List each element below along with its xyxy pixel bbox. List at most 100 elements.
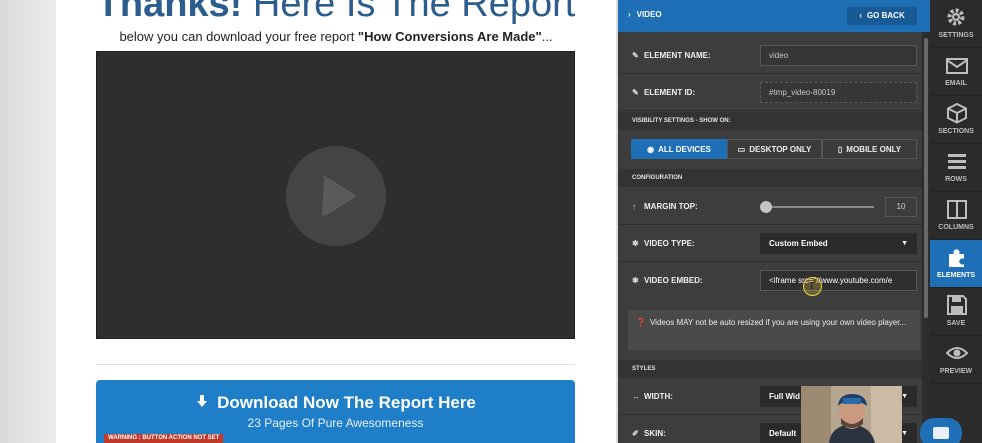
page-preview: Thanks! Here Is The Report below you can…	[56, 0, 616, 443]
arrow-down-icon	[195, 393, 209, 413]
content-divider	[96, 364, 575, 365]
margin-top-label-text: MARGIN TOP:	[644, 202, 698, 211]
visibility-desktop-only[interactable]: ▭ DESKTOP ONLY	[727, 139, 822, 159]
configuration-section-header: CONFIGURATION	[618, 169, 922, 187]
download-button-label: Download Now The Report Here	[217, 393, 476, 412]
page-subheadline[interactable]: below you can download your free report …	[56, 29, 616, 44]
editor-root: Thanks! Here Is The Report below you can…	[0, 0, 982, 443]
webcam-overlay	[801, 386, 902, 443]
width-label: ↔ WIDTH:	[632, 378, 673, 415]
go-back-label: GO BACK	[866, 11, 905, 20]
video-embed-input[interactable]: <iframe src="//www.youtube.com/e	[760, 270, 917, 291]
warning-badge: WARNING : BUTTON ACTION NOT SET	[104, 434, 224, 443]
video-embed-label-text: VIDEO EMBED:	[644, 276, 703, 285]
rail-settings-label: SETTINGS	[938, 32, 974, 39]
arrow-up-icon: ↑	[632, 202, 636, 211]
text-cursor-highlight: I	[803, 277, 822, 296]
video-resize-note-text: Videos MAY not be auto resized if you ar…	[649, 318, 907, 327]
width-label-text: WIDTH:	[644, 392, 673, 401]
skin-label-text: SKIN:	[644, 429, 666, 438]
caret-down-icon: ▼	[901, 240, 908, 247]
eye-icon	[946, 347, 968, 359]
editor-canvas: Thanks! Here Is The Report below you can…	[0, 0, 618, 443]
go-back-button[interactable]: ‹ GO BACK	[847, 7, 917, 25]
rail-rows[interactable]: ROWS	[930, 144, 982, 192]
play-icon	[322, 176, 356, 216]
caret-down-icon: ▼	[901, 430, 908, 437]
rail-save[interactable]: SAVE	[930, 288, 982, 336]
video-type-label: ✱ VIDEO TYPE:	[632, 225, 695, 262]
gear-icon: ✱	[632, 239, 639, 248]
panel-header: › VIDEO ‹ GO BACK	[618, 0, 930, 32]
visibility-desktop-only-label: DESKTOP ONLY	[749, 145, 812, 154]
download-button-main: Download Now The Report Here	[96, 393, 575, 413]
video-type-label-text: VIDEO TYPE:	[644, 239, 695, 248]
video-element[interactable]	[96, 51, 575, 339]
chevron-left-icon: ‹	[859, 11, 862, 20]
chat-widget-button[interactable]	[920, 418, 962, 443]
rail-sections[interactable]: SECTIONS	[930, 96, 982, 144]
rail-rows-label: ROWS	[945, 176, 967, 183]
element-id-input[interactable]: #tmp_video-80019	[760, 82, 917, 103]
element-id-row: ✎ ELEMENT ID: #tmp_video-80019	[618, 74, 922, 111]
chat-icon	[933, 427, 949, 439]
rail-sections-label: SECTIONS	[938, 128, 974, 135]
ibeam-cursor-icon: I	[810, 280, 814, 292]
element-name-label: ✎ ELEMENT NAME:	[632, 37, 711, 74]
mobile-icon: ▯	[837, 145, 843, 154]
caret-down-icon: ▼	[901, 393, 908, 400]
tool-rail: SETTINGS EMAIL SECTIONS ROWS COLUMNS ELE…	[930, 0, 982, 443]
gear-icon	[947, 8, 965, 26]
eye-icon: ◉	[647, 145, 655, 154]
rail-preview[interactable]: PREVIEW	[930, 336, 982, 384]
floppy-icon	[947, 295, 967, 315]
rail-columns-label: COLUMNS	[938, 224, 974, 231]
chevron-right-icon: ›	[628, 10, 631, 19]
element-settings-panel: › VIDEO ‹ GO BACK ✎ ELEMENT NAME: video ✎ EL…	[618, 0, 930, 443]
visibility-all-devices[interactable]: ◉ ALL DEVICES	[631, 139, 727, 159]
question-circle-icon: ❓	[636, 318, 646, 327]
subline-bold: "How Conversions Are Made"	[357, 29, 542, 44]
margin-top-input[interactable]: 10	[885, 197, 917, 217]
page-headline[interactable]: Thanks! Here Is The Report	[56, 0, 616, 26]
margin-top-slider-track[interactable]	[766, 206, 874, 208]
rail-columns[interactable]: COLUMNS	[930, 192, 982, 240]
skin-label: ✐ SKIN:	[632, 415, 666, 443]
desktop-icon: ▭	[737, 145, 746, 154]
rail-settings[interactable]: SETTINGS	[930, 0, 982, 48]
skin-value: Default	[769, 429, 797, 438]
puzzle-icon	[949, 249, 964, 267]
headline-rest: Here Is The Report	[242, 0, 576, 25]
width-value: Full Wid	[769, 392, 801, 401]
rail-preview-label: PREVIEW	[939, 368, 973, 375]
video-type-select[interactable]: Custom Embed ▼	[760, 233, 917, 254]
subline-suffix: ...	[541, 29, 553, 44]
visibility-section-header: VISIBILITY SETTINGS - SHOW ON:	[618, 112, 922, 130]
panel-scrollbar-thumb[interactable]	[924, 38, 928, 318]
subline-prefix: below you can download your free report	[119, 29, 358, 44]
video-type-value: Custom Embed	[769, 239, 828, 248]
element-name-row: ✎ ELEMENT NAME: video	[618, 37, 922, 74]
play-button[interactable]	[286, 146, 386, 246]
margin-top-label: ↑ MARGIN TOP:	[632, 188, 698, 225]
pin-icon: ✎	[632, 51, 639, 60]
panel-scrollbar[interactable]	[922, 32, 930, 443]
gear-icon: ✱	[632, 276, 639, 285]
rail-elements[interactable]: ELEMENTS	[930, 240, 982, 288]
brush-icon: ✐	[632, 429, 639, 438]
video-embed-row: ✱ VIDEO EMBED: <iframe src="//www.youtube…	[618, 262, 922, 299]
envelope-icon	[946, 58, 968, 74]
video-resize-note: ❓ Videos MAY not be auto resized if you a…	[628, 310, 920, 350]
video-type-row: ✱ VIDEO TYPE: Custom Embed ▼	[618, 225, 922, 262]
styles-section-header: STYLES	[618, 360, 922, 378]
download-button-sublabel: 23 Pages Of Pure Awesomeness	[247, 416, 424, 430]
visibility-mobile-only[interactable]: ▯ MOBILE ONLY	[822, 139, 917, 159]
element-name-label-text: ELEMENT NAME:	[644, 51, 711, 60]
panel-title: › VIDEO	[628, 10, 662, 19]
margin-top-slider-handle[interactable]	[760, 201, 772, 213]
rail-elements-label: ELEMENTS	[936, 272, 976, 279]
presenter-video-image	[801, 386, 902, 443]
element-name-input[interactable]: video	[760, 45, 917, 66]
rail-email[interactable]: EMAIL	[930, 48, 982, 96]
headline-bold: Thanks!	[96, 0, 243, 25]
